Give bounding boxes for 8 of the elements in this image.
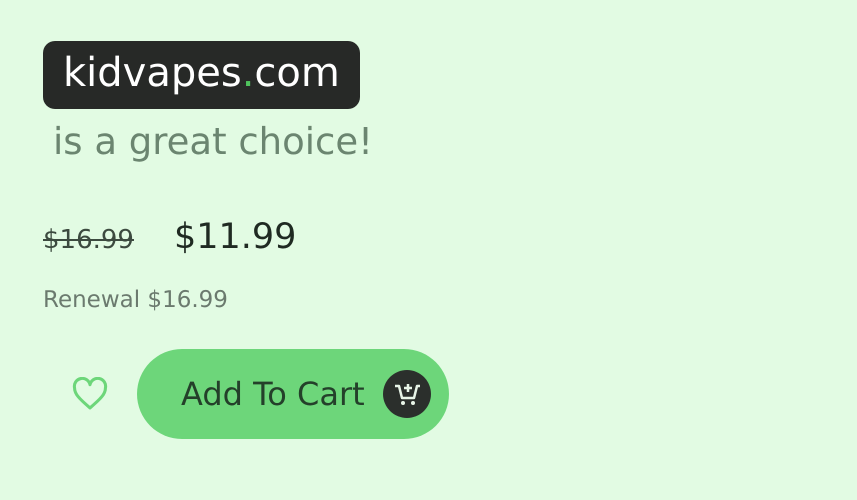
renewal-price: Renewal $16.99 xyxy=(43,287,228,313)
add-to-cart-button[interactable]: Add To Cart xyxy=(137,349,449,439)
tagline: is a great choice! xyxy=(53,119,373,165)
original-price: $16.99 xyxy=(43,225,134,255)
cart-icon xyxy=(382,370,431,418)
current-price: $11.99 xyxy=(174,217,296,257)
domain-name: kidvapes.com xyxy=(43,41,360,109)
heart-icon[interactable] xyxy=(71,377,109,411)
